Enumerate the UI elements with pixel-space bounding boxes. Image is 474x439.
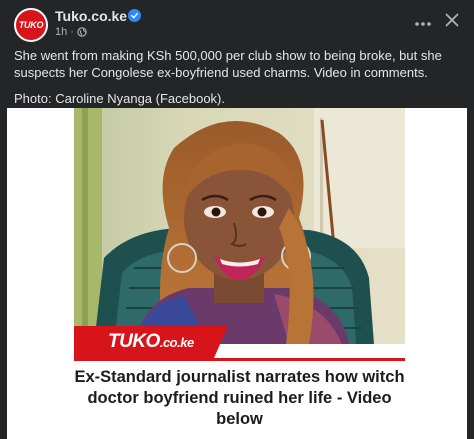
globe-icon[interactable]	[77, 27, 87, 37]
post-header: TUKO Tuko.co.ke 1h ·	[0, 0, 474, 42]
facebook-post: TUKO Tuko.co.ke 1h · She went from makin…	[0, 0, 474, 439]
brand-banner: TUKO.co.ke	[74, 326, 228, 358]
post-photo[interactable]	[74, 108, 405, 344]
meta-separator: ·	[70, 26, 74, 38]
avatar-logo-text: TUKO	[18, 20, 44, 30]
close-button[interactable]	[438, 8, 466, 36]
verified-icon	[128, 9, 141, 22]
photo-credit: Photo: Caroline Nyanga (Facebook).	[14, 91, 226, 106]
post-timestamp-link[interactable]: 1h	[55, 26, 67, 38]
post-meta: 1h ·	[55, 26, 87, 38]
caption-text: She went from making KSh 500,000 per clu…	[14, 48, 442, 80]
close-icon	[445, 13, 459, 32]
page-avatar[interactable]: TUKO	[14, 8, 48, 42]
brand-logo-suffix: .co.ke	[159, 335, 194, 350]
page-name-link[interactable]: Tuko.co.ke	[55, 8, 127, 24]
brand-logo-name: TUKO	[108, 331, 160, 352]
brand-logo: TUKO.co.ke	[108, 331, 194, 354]
more-options-icon	[415, 13, 431, 31]
more-options-button[interactable]	[409, 8, 437, 36]
image-headline: Ex-Standard journalist narrates how witc…	[74, 368, 405, 428]
post-caption: She went from making KSh 500,000 per clu…	[14, 47, 462, 116]
post-media[interactable]: TUKO.co.ke Ex-Standard journalist narrat…	[7, 108, 467, 439]
